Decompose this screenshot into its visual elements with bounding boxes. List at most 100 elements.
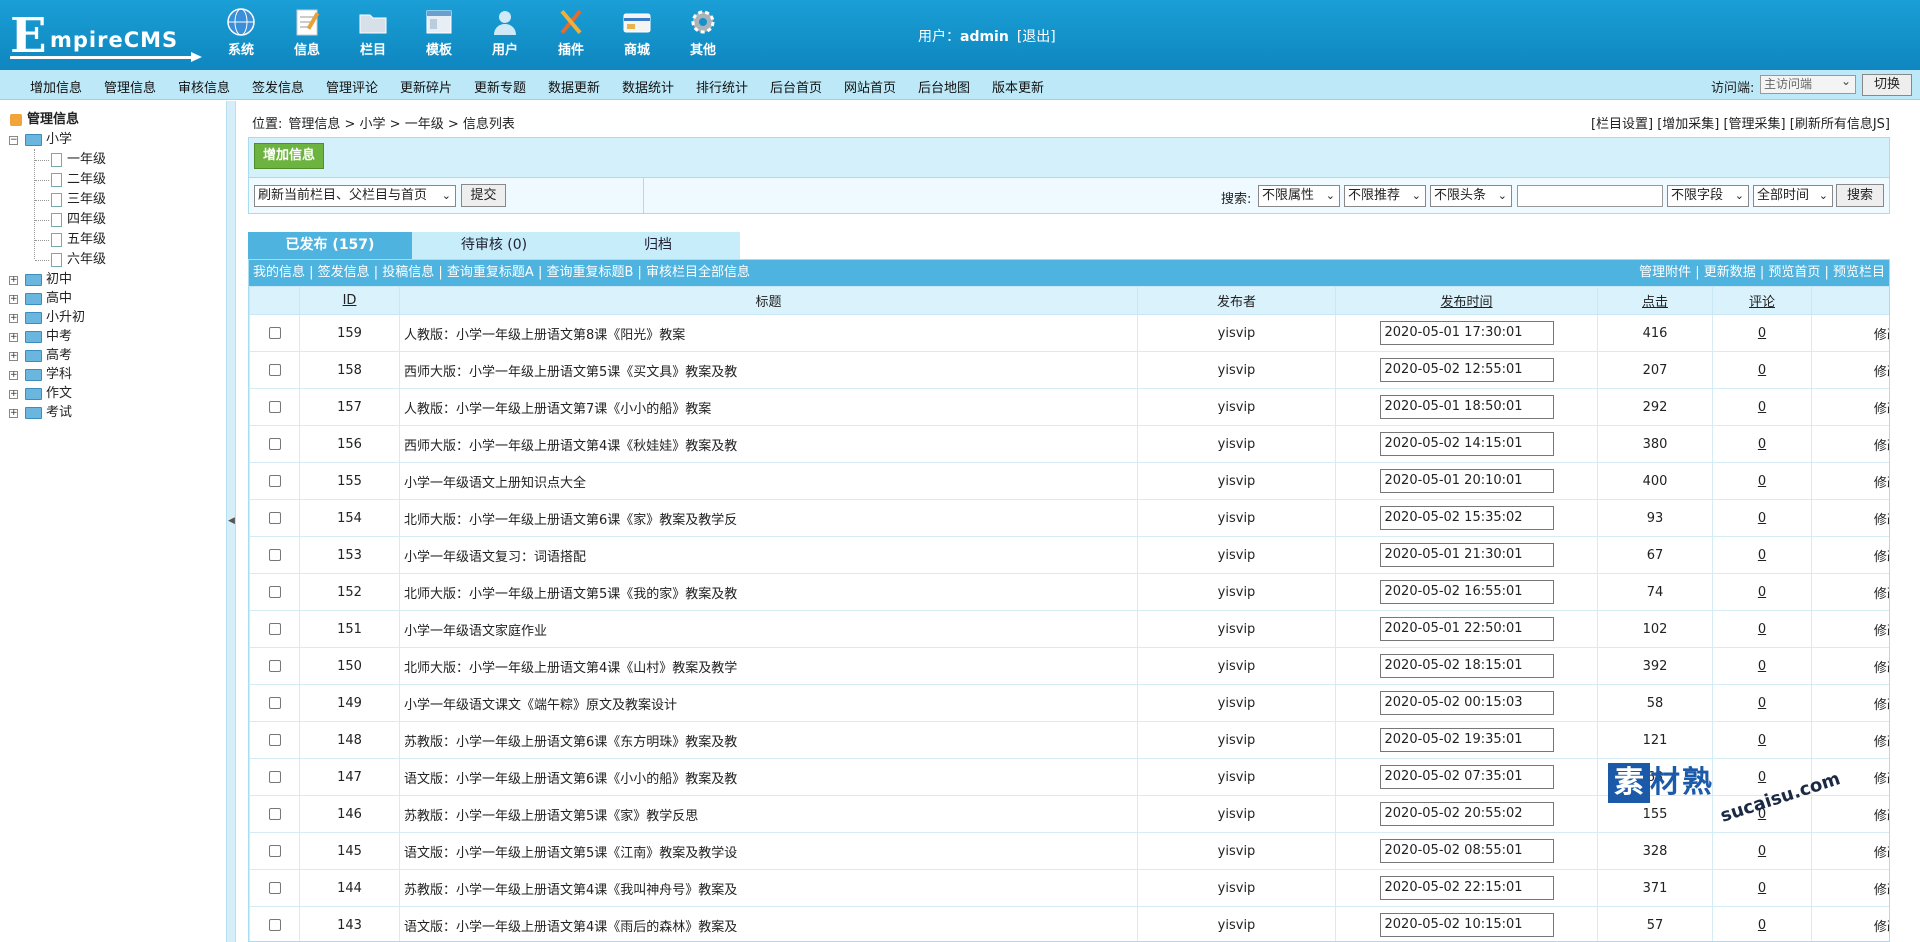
- row-operations[interactable]: 修改 | 简改 | 删除: [1811, 610, 1889, 648]
- publish-time-input[interactable]: 2020-05-01 22:50:01: [1379, 617, 1554, 641]
- collapse-arrow-icon[interactable]: ◀: [228, 516, 235, 526]
- row-operations[interactable]: 修改 | 简改 | 删除: [1811, 351, 1889, 389]
- row-checkbox[interactable]: [268, 438, 281, 450]
- row-title[interactable]: 苏教版：小学一年级上册语文第5课《家》教学反思: [399, 795, 1138, 833]
- tree-item-category[interactable]: 小升初: [46, 309, 85, 327]
- row-checkbox[interactable]: [268, 364, 281, 376]
- menu-item[interactable]: 更新专题: [474, 77, 526, 96]
- row-title[interactable]: 小学一年级语文家庭作业: [399, 610, 1138, 648]
- menu-item[interactable]: 管理信息: [104, 77, 156, 96]
- tree-item-grade[interactable]: 五年级: [67, 231, 106, 249]
- row-comments-link[interactable]: 0: [1758, 326, 1766, 341]
- row-operations[interactable]: 修改 | 简改 | 删除: [1811, 314, 1889, 352]
- tree-item-grade[interactable]: 二年级: [67, 171, 106, 189]
- publish-time-input[interactable]: 2020-05-02 18:15:01: [1379, 654, 1554, 678]
- module-globe[interactable]: 系统: [208, 6, 274, 66]
- sidebar-splitter[interactable]: ◀: [226, 101, 236, 942]
- row-operations[interactable]: 修改 | 简改 | 删除: [1811, 647, 1889, 685]
- module-folder[interactable]: 栏目: [340, 6, 406, 66]
- action-links-left[interactable]: 我的信息 | 签发信息 | 投稿信息 | 查询重复标题A | 查询重复标题B |…: [253, 260, 750, 286]
- collapse-icon[interactable]: −: [9, 136, 18, 145]
- expand-icon[interactable]: +: [9, 333, 18, 342]
- attribute-filter-select[interactable]: 不限属性 ⌄: [1258, 185, 1340, 207]
- row-operations[interactable]: 修改 | 简改 | 删除: [1811, 388, 1889, 426]
- row-operations[interactable]: 修改 | 简改 | 删除: [1811, 869, 1889, 907]
- row-comments-link[interactable]: 0: [1758, 474, 1766, 489]
- logout-link[interactable]: [退出]: [1017, 29, 1056, 45]
- row-operations[interactable]: 修改 | 简改 | 删除: [1811, 684, 1889, 722]
- publish-time-input[interactable]: 2020-05-02 07:35:01: [1379, 765, 1554, 789]
- tree-item-primary[interactable]: 小学: [46, 131, 72, 149]
- row-operations[interactable]: 修改 | 简改 | 删除: [1811, 536, 1889, 574]
- row-checkbox[interactable]: [268, 771, 281, 783]
- tab-archive[interactable]: 归档: [576, 232, 740, 259]
- publish-time-input[interactable]: 2020-05-02 00:15:03: [1379, 691, 1554, 715]
- publish-time-input[interactable]: 2020-05-01 21:30:01: [1379, 543, 1554, 567]
- tree-item-category[interactable]: 考试: [46, 404, 72, 422]
- expand-icon[interactable]: +: [9, 352, 18, 361]
- publish-time-input[interactable]: 2020-05-02 20:55:02: [1379, 802, 1554, 826]
- tree-item-category[interactable]: 初中: [46, 271, 72, 289]
- publish-time-input[interactable]: 2020-05-02 12:55:01: [1379, 358, 1554, 382]
- row-checkbox[interactable]: [268, 845, 281, 857]
- action-links-right[interactable]: 管理附件 | 更新数据 | 预览首页 | 预览栏目: [1639, 260, 1885, 286]
- menu-item[interactable]: 数据统计: [622, 77, 674, 96]
- row-comments-link[interactable]: 0: [1758, 844, 1766, 859]
- column-header[interactable]: ID: [299, 286, 400, 315]
- row-title[interactable]: 苏教版：小学一年级上册语文第6课《东方明珠》教案及教: [399, 721, 1138, 759]
- row-title[interactable]: 语文版：小学一年级上册语文第4课《雨后的森林》教案及: [399, 906, 1138, 941]
- row-checkbox[interactable]: [268, 623, 281, 635]
- row-comments-link[interactable]: 0: [1758, 400, 1766, 415]
- menu-item[interactable]: 数据更新: [548, 77, 600, 96]
- tab-pending[interactable]: 待审核 (0): [412, 232, 576, 259]
- row-checkbox[interactable]: [268, 697, 281, 709]
- module-notepad[interactable]: 信息: [274, 6, 340, 66]
- row-checkbox[interactable]: [268, 401, 281, 413]
- row-title[interactable]: 语文版：小学一年级上册语文第5课《江南》教案及教学设: [399, 832, 1138, 870]
- row-title[interactable]: 小学一年级语文课文《端午粽》原文及教案设计: [399, 684, 1138, 722]
- expand-icon[interactable]: +: [9, 409, 18, 418]
- row-operations[interactable]: 修改 | 简改 | 删除: [1811, 721, 1889, 759]
- module-gear[interactable]: 其他: [670, 6, 736, 66]
- tree-item-category[interactable]: 高中: [46, 290, 72, 308]
- search-input[interactable]: [1517, 185, 1663, 207]
- module-user[interactable]: 用户: [472, 6, 538, 66]
- row-title[interactable]: 西师大版：小学一年级上册语文第5课《买文具》教案及教: [399, 351, 1138, 389]
- row-comments-link[interactable]: 0: [1758, 511, 1766, 526]
- menu-item[interactable]: 后台地图: [918, 77, 970, 96]
- module-window[interactable]: 模板: [406, 6, 472, 66]
- tree-root[interactable]: 管理信息: [27, 111, 79, 129]
- expand-icon[interactable]: +: [9, 295, 18, 304]
- menu-item[interactable]: 后台首页: [770, 77, 822, 96]
- row-title[interactable]: 小学一年级语文复习：词语搭配: [399, 536, 1138, 574]
- module-tools[interactable]: 插件: [538, 6, 604, 66]
- row-checkbox[interactable]: [268, 882, 281, 894]
- tree-item-category[interactable]: 作文: [46, 385, 72, 403]
- row-comments-link[interactable]: 0: [1758, 548, 1766, 563]
- row-comments-link[interactable]: 0: [1758, 918, 1766, 933]
- empirecms-logo[interactable]: E mpireCMS: [10, 10, 202, 62]
- row-checkbox[interactable]: [268, 586, 281, 598]
- tree-item-category[interactable]: 高考: [46, 347, 72, 365]
- column-links[interactable]: [栏目设置] [增加采集] [管理采集] [刷新所有信息JS]: [1591, 113, 1890, 132]
- menu-item[interactable]: 增加信息: [30, 77, 82, 96]
- row-checkbox[interactable]: [268, 549, 281, 561]
- expand-icon[interactable]: +: [9, 371, 18, 380]
- tree-item-grade[interactable]: 六年级: [67, 251, 106, 269]
- time-filter-select[interactable]: 全部时间 ⌄: [1753, 185, 1833, 207]
- row-comments-link[interactable]: 0: [1758, 733, 1766, 748]
- row-operations[interactable]: 修改 | 简改 | 删除: [1811, 462, 1889, 500]
- row-title[interactable]: 语文版：小学一年级上册语文第6课《小小的船》教案及教: [399, 758, 1138, 796]
- publish-time-input[interactable]: 2020-05-02 08:55:01: [1379, 839, 1554, 863]
- publish-time-input[interactable]: 2020-05-02 19:35:01: [1379, 728, 1554, 752]
- row-title[interactable]: 小学一年级语文上册知识点大全: [399, 462, 1138, 500]
- publish-time-input[interactable]: 2020-05-02 14:15:01: [1379, 432, 1554, 456]
- tree-item-grade[interactable]: 四年级: [67, 211, 106, 229]
- tab-published[interactable]: 已发布 (157): [248, 232, 412, 259]
- row-checkbox[interactable]: [268, 327, 281, 339]
- row-checkbox[interactable]: [268, 919, 281, 931]
- tree-item-grade[interactable]: 三年级: [67, 191, 106, 209]
- row-comments-link[interactable]: 0: [1758, 659, 1766, 674]
- row-comments-link[interactable]: 0: [1758, 585, 1766, 600]
- expand-icon[interactable]: +: [9, 276, 18, 285]
